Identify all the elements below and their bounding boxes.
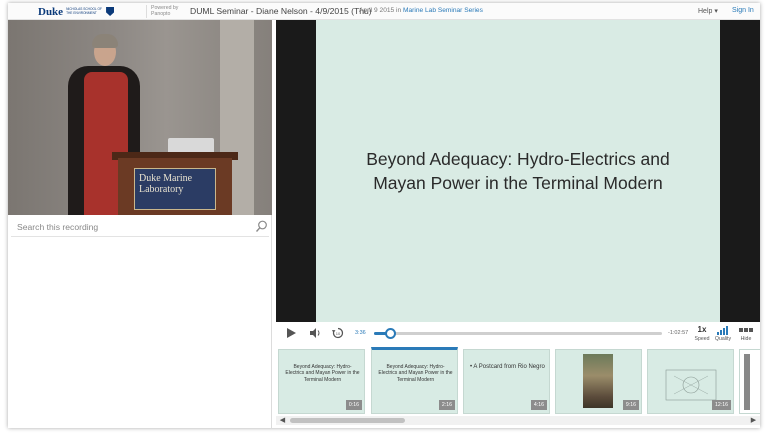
seek-handle[interactable] (385, 328, 396, 339)
search-icon[interactable] (255, 220, 268, 233)
logo-subtext: NICHOLAS SCHOOL of the ENVIRONMENT (66, 6, 102, 15)
speed-button[interactable]: 1x (694, 325, 710, 334)
thumbnail[interactable]: 12:16 (647, 349, 734, 414)
thumbnail-text: Beyond Adequacy: Hydro-Electrics and May… (378, 364, 453, 383)
thumbnail-partial[interactable] (739, 349, 760, 414)
help-menu-button[interactable]: Help ▾ (698, 7, 718, 15)
slide-title: Beyond Adequacy: Hydro-Electrics and May… (366, 149, 670, 193)
thumbnail-strip: Beyond Adequacy: Hydro-Electrics and May… (276, 344, 760, 416)
hide-icon[interactable] (739, 328, 753, 334)
quality-label: Quality (714, 336, 732, 342)
thumbnail-time: 2:16 (438, 400, 455, 410)
shield-icon (106, 7, 115, 16)
left-panel: Duke Marine Laboratory (8, 20, 272, 428)
powered-by-panopto[interactable]: Powered by Panopto (146, 5, 182, 18)
thumbnail-text: Beyond Adequacy: Hydro-Electrics and May… (285, 364, 360, 383)
quality-icon[interactable] (717, 326, 729, 335)
scroll-left-icon[interactable]: ◀ (278, 416, 287, 425)
thumbnail[interactable]: • A Postcard from Rio Negro 4:16 (463, 349, 550, 414)
scrollbar-thumb[interactable] (290, 418, 405, 423)
sign-in-link[interactable]: Sign In (732, 7, 754, 14)
horizontal-scrollbar[interactable]: ◀ ▶ (276, 416, 760, 425)
presenter-video[interactable]: Duke Marine Laboratory (8, 20, 272, 215)
logo-text: Duke (38, 5, 64, 18)
series-link[interactable]: Marine Lab Seminar Series (403, 7, 483, 14)
thumbnail[interactable]: 9:16 (555, 349, 642, 414)
remaining-time: -1:02:57 (668, 330, 689, 336)
current-time: 3:36 (355, 330, 366, 336)
seek-bar[interactable] (374, 328, 662, 339)
thumbnail-time: 4:16 (530, 400, 547, 410)
thumbnail-partial-image (744, 354, 750, 410)
duke-logo[interactable]: Duke NICHOLAS SCHOOL of the ENVIRONMENT (38, 4, 115, 19)
hide-label: Hide (740, 336, 752, 342)
thumbnail-active[interactable]: Beyond Adequacy: Hydro-Electrics and May… (371, 347, 458, 414)
volume-icon[interactable] (308, 326, 322, 340)
thumbnail-time: 9:16 (622, 400, 639, 410)
player-controls: 10 3:36 -1:02:57 1x Speed Quality Hide (276, 322, 760, 344)
main-panel: Beyond Adequacy: Hydro-Electrics and May… (276, 20, 760, 428)
play-icon[interactable] (284, 326, 298, 340)
app-window: Duke NICHOLAS SCHOOL of the ENVIRONMENT … (8, 3, 760, 428)
top-header: Duke NICHOLAS SCHOOL of the ENVIRONMENT … (8, 3, 760, 20)
svg-text:10: 10 (336, 331, 341, 336)
speaker-hair (92, 34, 118, 48)
search-input[interactable] (17, 220, 247, 234)
slide-viewer[interactable]: Beyond Adequacy: Hydro-Electrics and May… (276, 20, 760, 322)
rewind-icon[interactable]: 10 (331, 326, 345, 340)
search-bar (11, 217, 269, 237)
thumbnail[interactable]: Beyond Adequacy: Hydro-Electrics and May… (278, 349, 365, 414)
podium-sign: Duke Marine Laboratory (134, 168, 216, 210)
current-slide: Beyond Adequacy: Hydro-Electrics and May… (316, 20, 720, 322)
thumbnail-time: 12:16 (712, 400, 731, 410)
scroll-right-icon[interactable]: ▶ (749, 416, 758, 425)
speed-label: Speed (694, 336, 710, 342)
thumbnail-photo (583, 354, 613, 408)
recording-title: DUML Seminar - Diane Nelson - 4/9/2015 (… (190, 6, 372, 16)
thumbnail-time: 0:16 (345, 400, 362, 410)
date-text: April 9 2015 in (359, 7, 402, 14)
recording-date: April 9 2015 in Marine Lab Seminar Serie… (359, 7, 483, 14)
thumbnail-text: • A Postcard from Rio Negro (470, 364, 545, 370)
